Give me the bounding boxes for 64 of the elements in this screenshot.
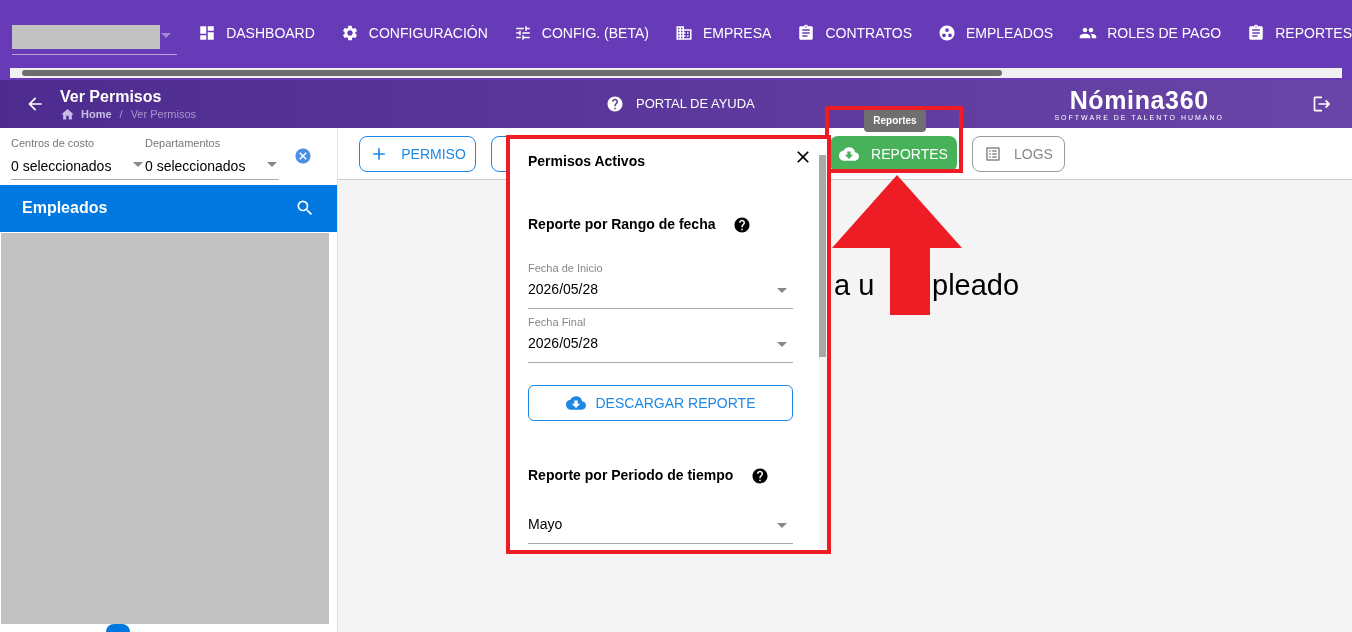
logs-button[interactable]: LOGS xyxy=(972,135,1065,172)
field-value: Mayo xyxy=(528,516,563,532)
filter-value: 0 seleccionados xyxy=(11,157,112,174)
home-icon xyxy=(60,106,75,122)
select-field[interactable]: Fecha Final 2026/05/28 xyxy=(528,311,793,363)
list-icon xyxy=(984,144,1003,163)
logo: Nómina360 xyxy=(1069,86,1209,113)
dashboard-icon xyxy=(198,24,217,42)
field-label: Fecha de Inicio xyxy=(528,261,604,275)
select-field[interactable]: Mayo xyxy=(528,506,793,544)
breadcrumb-current: Ver Permisos xyxy=(130,107,197,121)
scrollbar[interactable] xyxy=(10,68,1342,78)
section-title: Reporte por Periodo de tiempo xyxy=(528,466,734,485)
breadcrumb-link[interactable]: Home xyxy=(81,107,112,121)
caret-icon xyxy=(161,32,172,38)
caret-icon xyxy=(777,288,787,293)
nav-link[interactable]: REPORTES xyxy=(1247,22,1352,44)
cloud-download-icon xyxy=(565,393,586,413)
scroll-tab[interactable] xyxy=(106,624,130,632)
help-icon xyxy=(606,95,625,113)
field-label: Fecha Final xyxy=(528,315,587,329)
nav-link[interactable]: CONFIGURACIÓN xyxy=(340,22,488,44)
help-icon[interactable] xyxy=(733,215,752,234)
gear-icon xyxy=(340,24,359,42)
circle-dots-icon xyxy=(938,24,956,42)
add-permit-button[interactable]: PERMISO xyxy=(359,135,476,172)
page-title: Ver Permisos xyxy=(60,86,163,107)
field-value: 2026/05/28 xyxy=(528,281,599,297)
filter-select[interactable]: Centros de costo 0 seleccionados xyxy=(11,136,145,180)
help-icon[interactable] xyxy=(751,466,770,485)
scroll-thumb[interactable] xyxy=(819,155,826,357)
sliders-icon xyxy=(513,24,532,42)
filter-value: 0 seleccionados xyxy=(145,157,246,174)
empty-message: a u xyxy=(834,269,875,301)
popup-scrollbar[interactable] xyxy=(819,155,827,549)
filter-select[interactable]: Departamentos 0 seleccionados xyxy=(145,136,279,180)
nav-link[interactable]: EMPRESA xyxy=(674,22,772,44)
clipboard-icon xyxy=(1247,24,1266,42)
empty-message: pleado xyxy=(932,268,1020,303)
caret-icon xyxy=(133,161,143,167)
logout-icon[interactable] xyxy=(1312,94,1332,114)
nav-link[interactable]: CONTRATOS xyxy=(797,22,912,44)
nav-link[interactable]: CONFIG. (BETA) xyxy=(513,22,649,44)
field-value: 2026/05/28 xyxy=(528,335,599,351)
popup-title: Permisos Activos xyxy=(528,152,645,171)
filter-label: Departamentos xyxy=(145,136,222,150)
caret-icon xyxy=(267,161,277,167)
select-field[interactable]: Fecha de Inicio 2026/05/28 xyxy=(528,257,793,309)
clipboard-icon xyxy=(797,24,816,42)
help-link[interactable]: PORTAL DE AYUDA xyxy=(606,94,755,114)
nav-link[interactable]: ROLES DE PAGO xyxy=(1079,22,1222,44)
breadcrumb-separator: / xyxy=(119,107,123,121)
clear-icon[interactable] xyxy=(294,147,312,166)
caret-icon xyxy=(777,342,787,347)
download-report-button[interactable]: DESCARGAR REPORTE xyxy=(528,385,793,421)
tooltip: Reportes xyxy=(864,108,926,132)
employees-title: Empleados xyxy=(22,198,108,219)
scroll-thumb[interactable] xyxy=(22,70,1002,76)
nav-link[interactable]: EMPLEADOS xyxy=(938,22,1054,44)
section-title: Reporte por Rango de fecha xyxy=(528,215,716,234)
caret-icon xyxy=(777,523,787,528)
nav-link[interactable]: DASHBOARD xyxy=(198,22,315,44)
filter-label: Centros de costo xyxy=(11,136,96,150)
building-icon xyxy=(674,24,693,42)
